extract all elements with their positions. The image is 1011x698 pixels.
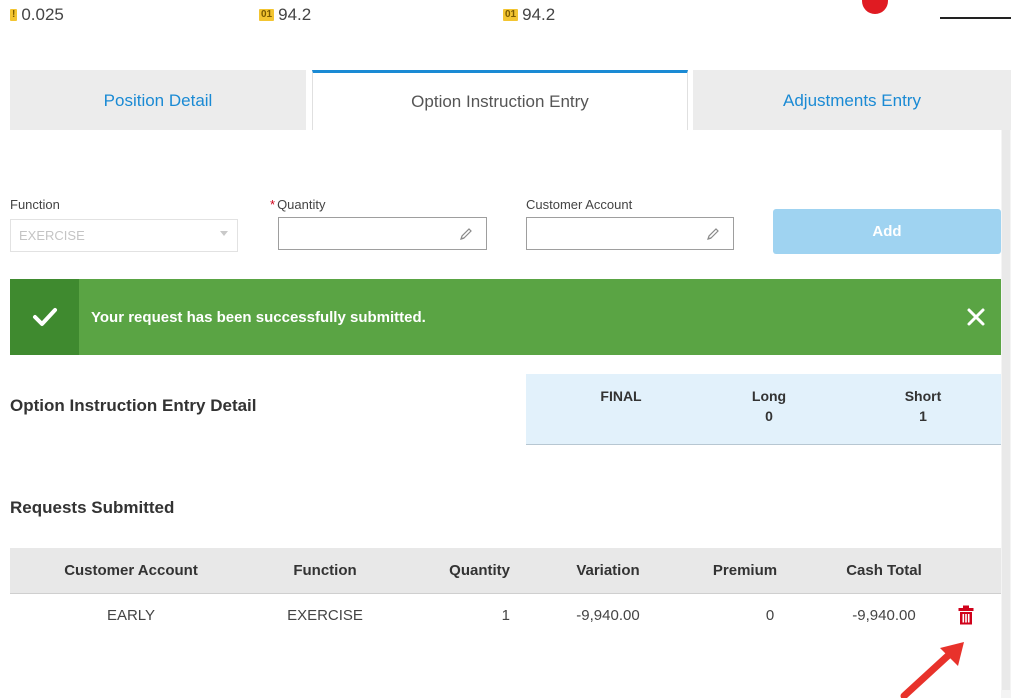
tab-position-detail[interactable]: Position Detail xyxy=(10,70,306,130)
column-header[interactable]: Function xyxy=(265,548,385,593)
annotation-arrow-icon xyxy=(900,642,964,698)
tab-label: Option Instruction Entry xyxy=(411,91,589,111)
table-header: Customer Account Function Quantity Varia… xyxy=(10,548,1001,594)
success-alert: Your request has been successfully submi… xyxy=(10,279,1001,355)
summary-long-value: 0 xyxy=(765,408,773,424)
scrollbar-thumb[interactable] xyxy=(1002,130,1010,690)
cell-customer-account: EARLY xyxy=(106,606,156,624)
detail-section-title: Option Instruction Entry Detail xyxy=(10,396,257,415)
pencil-icon[interactable] xyxy=(458,226,474,242)
ticker-badge: 01 xyxy=(503,9,519,21)
tab-label: Adjustments Entry xyxy=(783,91,921,110)
pencil-icon[interactable] xyxy=(705,226,721,242)
cell-variation: -9,940.00 xyxy=(576,606,640,624)
column-header[interactable]: Premium xyxy=(695,548,795,593)
tab-adjustments-entry[interactable]: Adjustments Entry xyxy=(693,70,1011,130)
function-select[interactable]: EXERCISE xyxy=(10,219,238,252)
add-button[interactable]: Add xyxy=(773,209,1001,254)
checkmark-icon xyxy=(32,308,57,326)
column-header[interactable]: Customer Account xyxy=(30,548,232,593)
ticker-item: 01 94.2 xyxy=(503,2,555,28)
quantity-input[interactable] xyxy=(278,217,487,250)
summary-short-value: 1 xyxy=(919,408,927,424)
chevron-down-icon xyxy=(220,231,228,236)
cell-premium: 0 xyxy=(765,606,775,624)
add-button-label: Add xyxy=(872,223,902,240)
customer-account-label: Customer Account xyxy=(526,197,633,212)
ticker-value: 94.2 xyxy=(278,5,312,24)
summary-long: Long 0 xyxy=(714,386,824,426)
cell-function: EXERCISE xyxy=(287,606,363,624)
summary-long-label: Long xyxy=(751,388,787,404)
divider xyxy=(940,17,1011,19)
trash-icon[interactable] xyxy=(958,605,974,625)
ticker-value: 94.2 xyxy=(522,5,556,24)
tab-option-instruction-entry[interactable]: Option Instruction Entry xyxy=(312,70,688,130)
function-label: Function xyxy=(10,197,60,212)
cell-cash-total: -9,940.00 xyxy=(852,606,916,624)
summary-final: FINAL xyxy=(566,386,676,406)
summary-box: FINAL Long 0 Short 1 xyxy=(526,374,1001,445)
quantity-label: * Quantity xyxy=(270,197,325,212)
required-marker: * xyxy=(270,197,276,212)
column-header[interactable]: Variation xyxy=(550,548,666,593)
requests-section-title: Requests Submitted xyxy=(10,498,175,517)
column-header[interactable]: Cash Total xyxy=(826,548,942,593)
alert-message: Your request has been successfully submi… xyxy=(91,308,426,326)
ticker-item: ! 0.025 xyxy=(10,2,64,28)
close-icon[interactable] xyxy=(965,306,987,328)
alert-icon-container xyxy=(10,279,79,355)
ticker-badge: ! xyxy=(10,9,18,21)
ticker-badge: 01 xyxy=(259,9,275,21)
ticker-value: 0.025 xyxy=(21,5,64,24)
column-header[interactable]: Quantity xyxy=(410,548,510,593)
summary-final-label: FINAL xyxy=(600,388,642,404)
function-select-value: EXERCISE xyxy=(19,228,85,243)
customer-account-input[interactable] xyxy=(526,217,734,250)
quantity-label-text: Quantity xyxy=(277,197,326,212)
ticker-item: 01 94.2 xyxy=(259,2,311,28)
cell-quantity: 1 xyxy=(501,606,510,624)
summary-short-label: Short xyxy=(904,388,942,404)
table-row: EARLY EXERCISE 1 -9,940.00 0 -9,940.00 xyxy=(10,594,1001,636)
tab-label: Position Detail xyxy=(103,91,213,110)
status-indicator xyxy=(862,0,888,14)
summary-short: Short 1 xyxy=(868,386,978,426)
